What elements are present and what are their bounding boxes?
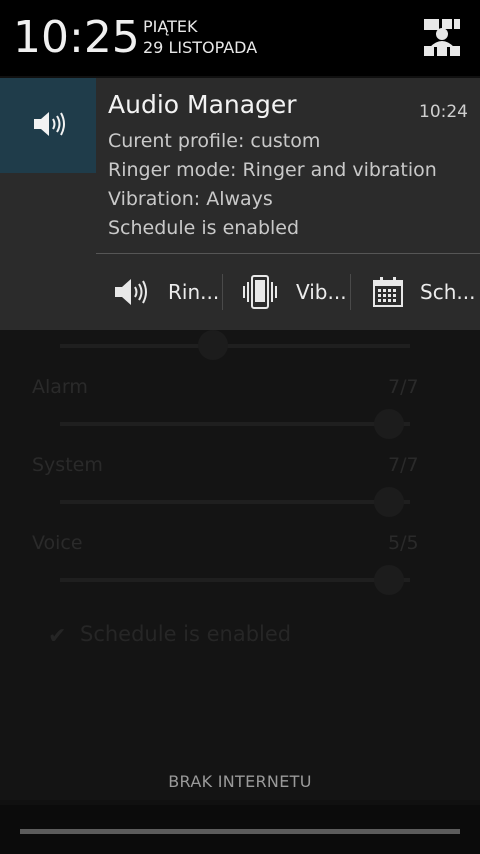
action-separator bbox=[222, 274, 223, 310]
speaker-icon bbox=[34, 112, 65, 136]
volume-slider-knob bbox=[198, 330, 228, 360]
clock: 10:25 bbox=[13, 12, 140, 63]
schedule-checkbox-label: Schedule is enabled bbox=[80, 622, 292, 646]
quick-settings-icon bbox=[424, 19, 460, 56]
system-value: 7/7 bbox=[388, 454, 419, 476]
ringer-action-label: Rin... bbox=[168, 280, 220, 304]
day-of-week: PIĄTEK bbox=[143, 17, 198, 36]
action-separator bbox=[350, 274, 351, 310]
app-icon-tile bbox=[0, 78, 96, 173]
notification-shade-header: 10:25 PIĄTEK 29 LISTOPADA bbox=[0, 0, 480, 76]
speaker-icon bbox=[115, 279, 147, 305]
background-app: Alarm 7/7 System 7/7 Voice 5/5 ✔ Schedul… bbox=[0, 330, 480, 800]
alarm-slider-knob bbox=[374, 409, 404, 439]
schedule-action-label: Sch... bbox=[420, 280, 476, 304]
calendar-icon bbox=[373, 277, 403, 307]
volume-slider-track bbox=[60, 344, 410, 348]
shade-bottom-bar[interactable] bbox=[0, 805, 480, 854]
notification-title: Audio Manager bbox=[108, 90, 297, 119]
vibrate-icon bbox=[243, 275, 277, 309]
ringer-mode-line: Ringer mode: Ringer and vibration bbox=[108, 159, 437, 181]
profile-line: Curent profile: custom bbox=[108, 130, 321, 152]
carrier-status: BRAK INTERNETU bbox=[168, 772, 312, 791]
schedule-line: Schedule is enabled bbox=[108, 217, 300, 239]
quick-settings-button[interactable] bbox=[420, 16, 464, 58]
shade-drag-handle[interactable] bbox=[20, 829, 460, 834]
vibration-action-label: Vib... bbox=[296, 280, 347, 304]
ringer-action-button[interactable]: Rin... bbox=[112, 254, 219, 330]
system-slider-track bbox=[60, 500, 410, 504]
vibration-line: Vibration: Always bbox=[108, 188, 273, 210]
voice-label: Voice bbox=[32, 532, 83, 554]
alarm-label: Alarm bbox=[32, 376, 88, 398]
voice-slider-knob bbox=[374, 565, 404, 595]
schedule-action-button[interactable]: Sch... bbox=[372, 254, 475, 330]
system-label: System bbox=[32, 454, 103, 476]
notification-time: 10:24 bbox=[419, 102, 468, 122]
system-slider-knob bbox=[374, 487, 404, 517]
vibration-action-button[interactable]: Vib... bbox=[240, 254, 347, 330]
voice-slider-track bbox=[60, 578, 410, 582]
alarm-value: 7/7 bbox=[388, 376, 419, 398]
audio-manager-notification[interactable]: Audio Manager 10:24 Curent profile: cust… bbox=[0, 78, 480, 330]
voice-value: 5/5 bbox=[388, 532, 419, 554]
date: 29 LISTOPADA bbox=[143, 38, 258, 57]
alarm-slider-track bbox=[60, 422, 410, 426]
schedule-checkbox: ✔ bbox=[48, 624, 67, 649]
